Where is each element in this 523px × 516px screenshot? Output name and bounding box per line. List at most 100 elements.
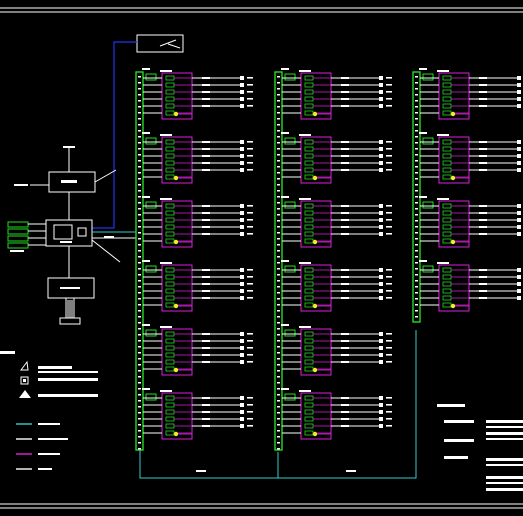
- terminal-label: [247, 205, 253, 207]
- contact-block: [442, 238, 452, 244]
- bus-terminal: [415, 262, 418, 264]
- group-tag: [419, 196, 427, 198]
- contact-block: [304, 366, 314, 372]
- breaker-box: [284, 137, 296, 145]
- indicator-lamp: [312, 239, 318, 245]
- contact-block: [304, 352, 314, 358]
- terminal-label: [247, 333, 253, 335]
- terminal-box: [517, 97, 521, 101]
- terminal-box: [517, 211, 521, 215]
- circuit-label: [202, 404, 210, 406]
- terminal-label: [247, 233, 253, 235]
- circuit-label: [479, 84, 487, 86]
- bus-terminal: [277, 94, 280, 96]
- terminal-label: [247, 347, 253, 349]
- bus-terminal: [415, 274, 418, 276]
- bus-terminal: [277, 364, 280, 366]
- contact-block: [442, 210, 452, 216]
- contact-block: [304, 203, 314, 209]
- bus-terminal: [138, 244, 141, 246]
- terminal-label: [247, 354, 253, 356]
- bus-terminal: [138, 154, 141, 156]
- terminal-box: [240, 97, 244, 101]
- contact-block: [165, 338, 175, 344]
- group-tag: [281, 132, 289, 134]
- bus-terminal: [277, 154, 280, 156]
- contact-block: [165, 409, 175, 415]
- bus-terminal: [138, 412, 141, 414]
- bus-terminal: [138, 178, 141, 180]
- terminal-box: [379, 90, 383, 94]
- terminal-label: [386, 290, 392, 292]
- contact-block: [165, 267, 175, 273]
- legend-text: [38, 468, 52, 470]
- circuit-group: [142, 260, 253, 312]
- contact-block: [304, 409, 314, 415]
- breaker-box: [284, 265, 296, 273]
- terminal-box: [517, 90, 521, 94]
- circuit-label: [202, 411, 210, 413]
- terminal-box: [240, 76, 244, 80]
- bus-terminal: [277, 292, 280, 294]
- circuit-label: [341, 283, 349, 285]
- terminal-box: [240, 268, 244, 272]
- contact-block: [165, 96, 175, 102]
- contact-block: [165, 174, 175, 180]
- contact-block: [304, 267, 314, 273]
- terminal-box: [240, 218, 244, 222]
- contact-block: [442, 224, 452, 230]
- symbol-legend: [0, 351, 98, 398]
- indicator-lamp: [312, 111, 318, 117]
- circuit-label: [202, 425, 210, 427]
- terminal-label: [386, 361, 392, 363]
- circuit-label: [202, 290, 210, 292]
- circuit-label: [341, 155, 349, 157]
- terminal-label: [247, 105, 253, 107]
- circuit-group: [419, 132, 521, 184]
- bus-terminal: [415, 160, 418, 162]
- bus-terminal: [415, 280, 418, 282]
- bus-terminal: [138, 172, 141, 174]
- bus-terminal: [277, 100, 280, 102]
- bus-terminal: [138, 184, 141, 186]
- contact-block: [442, 281, 452, 287]
- terminal-box: [379, 232, 383, 236]
- contact-block: [304, 146, 314, 152]
- contact-block: [442, 295, 452, 301]
- terminal-label: [386, 219, 392, 221]
- contact-block: [304, 217, 314, 223]
- bus-terminal: [415, 214, 418, 216]
- terminal-box: [240, 424, 244, 428]
- contact-block: [165, 302, 175, 308]
- legend-text: [38, 453, 60, 455]
- terminal-label: [386, 91, 392, 93]
- terminal-box: [240, 360, 244, 364]
- contact-block: [304, 345, 314, 351]
- bus-terminal: [277, 208, 280, 210]
- terminal-label: [386, 425, 392, 427]
- bus-terminal: [138, 376, 141, 378]
- triangle-outline-icon: [20, 360, 29, 371]
- terminal-label: [386, 162, 392, 164]
- circuit-label: [479, 162, 487, 164]
- terminal-label: [247, 297, 253, 299]
- circuit-label: [341, 162, 349, 164]
- contact-block: [304, 274, 314, 280]
- contact-block: [165, 331, 175, 337]
- circuit-label: [202, 148, 210, 150]
- terminal-box: [379, 403, 383, 407]
- bus-terminal: [138, 286, 141, 288]
- terminal-box: [240, 332, 244, 336]
- group-label: [299, 390, 311, 392]
- bus-terminal: [415, 172, 418, 174]
- circuit-label: [341, 269, 349, 271]
- bus-terminal: [277, 376, 280, 378]
- terminal-label: [247, 361, 253, 363]
- terminal-label: [386, 411, 392, 413]
- group-tag: [281, 324, 289, 326]
- circuit-label: [202, 269, 210, 271]
- terminal-label: [386, 340, 392, 342]
- contact-block: [304, 338, 314, 344]
- indicator-lamp: [173, 111, 179, 117]
- bus-terminal: [277, 166, 280, 168]
